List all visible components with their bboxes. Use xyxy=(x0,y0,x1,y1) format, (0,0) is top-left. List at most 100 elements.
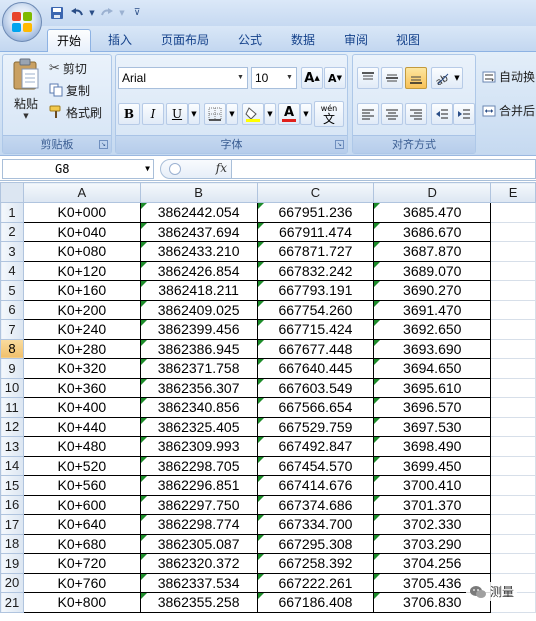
cell-station[interactable]: K0+560 xyxy=(22,475,141,496)
cell-easting[interactable]: 667754.260 xyxy=(256,299,375,320)
cell-empty[interactable] xyxy=(490,553,536,574)
undo-icon[interactable] xyxy=(68,4,86,22)
copy-button[interactable]: 复制 xyxy=(49,81,90,99)
row-header[interactable]: 9 xyxy=(0,358,24,379)
row-header[interactable]: 3 xyxy=(0,241,24,262)
increase-indent-button[interactable] xyxy=(453,103,475,125)
cell-northing[interactable]: 3862433.210 xyxy=(139,241,258,262)
cell-station[interactable]: K0+280 xyxy=(22,338,141,359)
cell-station[interactable]: K0+240 xyxy=(22,319,141,340)
select-all-corner[interactable] xyxy=(0,182,24,203)
cell-easting[interactable]: 667529.759 xyxy=(256,416,375,437)
cell-elevation[interactable]: 3692.650 xyxy=(373,319,492,340)
fill-color-dropdown-icon[interactable]: ▼ xyxy=(264,103,276,125)
cell-northing[interactable]: 3862297.750 xyxy=(139,494,258,515)
column-header-c[interactable]: C xyxy=(256,182,375,203)
cell-northing[interactable]: 3862298.774 xyxy=(139,514,258,535)
row-header[interactable]: 1 xyxy=(0,202,24,223)
cell-empty[interactable] xyxy=(490,358,536,379)
align-left-button[interactable] xyxy=(357,103,379,125)
cell-northing[interactable]: 3862305.087 xyxy=(139,533,258,554)
cell-station[interactable]: K0+760 xyxy=(22,572,141,593)
row-header[interactable]: 13 xyxy=(0,436,24,457)
cell-easting[interactable]: 667566.654 xyxy=(256,397,375,418)
cut-button[interactable]: ✂ 剪切 xyxy=(49,59,87,77)
cell-empty[interactable] xyxy=(490,221,536,242)
font-color-button[interactable]: A xyxy=(278,103,300,125)
redo-icon[interactable] xyxy=(98,4,116,22)
insert-function-button[interactable]: fx xyxy=(216,161,227,175)
cell-northing[interactable]: 3862399.456 xyxy=(139,319,258,340)
column-header-e[interactable]: E xyxy=(490,182,536,203)
row-header[interactable]: 5 xyxy=(0,280,24,301)
cell-elevation[interactable]: 3704.256 xyxy=(373,553,492,574)
cell-elevation[interactable]: 3700.410 xyxy=(373,475,492,496)
align-right-button[interactable] xyxy=(405,103,427,125)
row-header[interactable]: 20 xyxy=(0,572,24,593)
cell-elevation[interactable]: 3685.470 xyxy=(373,202,492,223)
cell-northing[interactable]: 3862337.534 xyxy=(139,572,258,593)
cell-easting[interactable]: 667454.570 xyxy=(256,455,375,476)
cell-station[interactable]: K0+720 xyxy=(22,553,141,574)
cell-easting[interactable]: 667414.676 xyxy=(256,475,375,496)
cell-elevation[interactable]: 3698.490 xyxy=(373,436,492,457)
font-color-dropdown-icon[interactable]: ▼ xyxy=(300,103,312,125)
cell-easting[interactable]: 667832.242 xyxy=(256,260,375,281)
cell-station[interactable]: K0+160 xyxy=(22,280,141,301)
cell-northing[interactable]: 3862437.694 xyxy=(139,221,258,242)
cell-northing[interactable]: 3862371.758 xyxy=(139,358,258,379)
fill-color-button[interactable] xyxy=(242,103,264,125)
cell-elevation[interactable]: 3689.070 xyxy=(373,260,492,281)
cell-elevation[interactable]: 3703.290 xyxy=(373,533,492,554)
cell-station[interactable]: K0+800 xyxy=(22,592,141,613)
borders-button[interactable] xyxy=(204,103,226,125)
align-center-button[interactable] xyxy=(381,103,403,125)
decrease-indent-button[interactable] xyxy=(431,103,453,125)
grow-font-button[interactable]: A ▲ xyxy=(301,67,323,89)
cell-station[interactable]: K0+080 xyxy=(22,241,141,262)
cell-elevation[interactable]: 3699.450 xyxy=(373,455,492,476)
row-header[interactable]: 12 xyxy=(0,416,24,437)
tab-formulas[interactable]: 公式 xyxy=(232,29,268,52)
italic-button[interactable]: I xyxy=(142,103,164,125)
cell-elevation[interactable]: 3691.470 xyxy=(373,299,492,320)
cell-station[interactable]: K0+440 xyxy=(22,416,141,437)
row-header[interactable]: 8 xyxy=(0,338,24,359)
cell-elevation[interactable]: 3701.370 xyxy=(373,494,492,515)
cell-empty[interactable] xyxy=(490,475,536,496)
underline-button[interactable]: U xyxy=(166,103,188,125)
cell-station[interactable]: K0+040 xyxy=(22,221,141,242)
formula-input[interactable] xyxy=(232,159,536,179)
cell-easting[interactable]: 667951.236 xyxy=(256,202,375,223)
cell-station[interactable]: K0+600 xyxy=(22,494,141,515)
tab-page-layout[interactable]: 页面布局 xyxy=(155,29,215,52)
cell-northing[interactable]: 3862340.856 xyxy=(139,397,258,418)
font-launcher-icon[interactable]: ↘ xyxy=(335,140,344,149)
tab-insert[interactable]: 插入 xyxy=(102,29,138,52)
cell-elevation[interactable]: 3696.570 xyxy=(373,397,492,418)
row-header[interactable]: 4 xyxy=(0,260,24,281)
cell-easting[interactable]: 667793.191 xyxy=(256,280,375,301)
cell-station[interactable]: K0+520 xyxy=(22,455,141,476)
cell-northing[interactable]: 3862298.705 xyxy=(139,455,258,476)
cell-easting[interactable]: 667677.448 xyxy=(256,338,375,359)
cell-empty[interactable] xyxy=(490,299,536,320)
cell-easting[interactable]: 667334.700 xyxy=(256,514,375,535)
cell-station[interactable]: K0+360 xyxy=(22,377,141,398)
cell-station[interactable]: K0+000 xyxy=(22,202,141,223)
cell-elevation[interactable]: 3693.690 xyxy=(373,338,492,359)
tab-review[interactable]: 审阅 xyxy=(338,29,374,52)
cell-empty[interactable] xyxy=(490,260,536,281)
tab-home[interactable]: 开始 xyxy=(47,29,91,52)
cell-easting[interactable]: 667258.392 xyxy=(256,553,375,574)
cell-empty[interactable] xyxy=(490,436,536,457)
row-header[interactable]: 15 xyxy=(0,475,24,496)
paste-button[interactable]: 粘贴 ▼ xyxy=(7,57,45,133)
align-bottom-button[interactable] xyxy=(405,67,427,89)
cell-empty[interactable] xyxy=(490,494,536,515)
cell-empty[interactable] xyxy=(490,202,536,223)
customize-qat-icon[interactable]: ⊽ xyxy=(128,4,146,22)
row-header[interactable]: 2 xyxy=(0,221,24,242)
cell-northing[interactable]: 3862418.211 xyxy=(139,280,258,301)
cell-station[interactable]: K0+480 xyxy=(22,436,141,457)
